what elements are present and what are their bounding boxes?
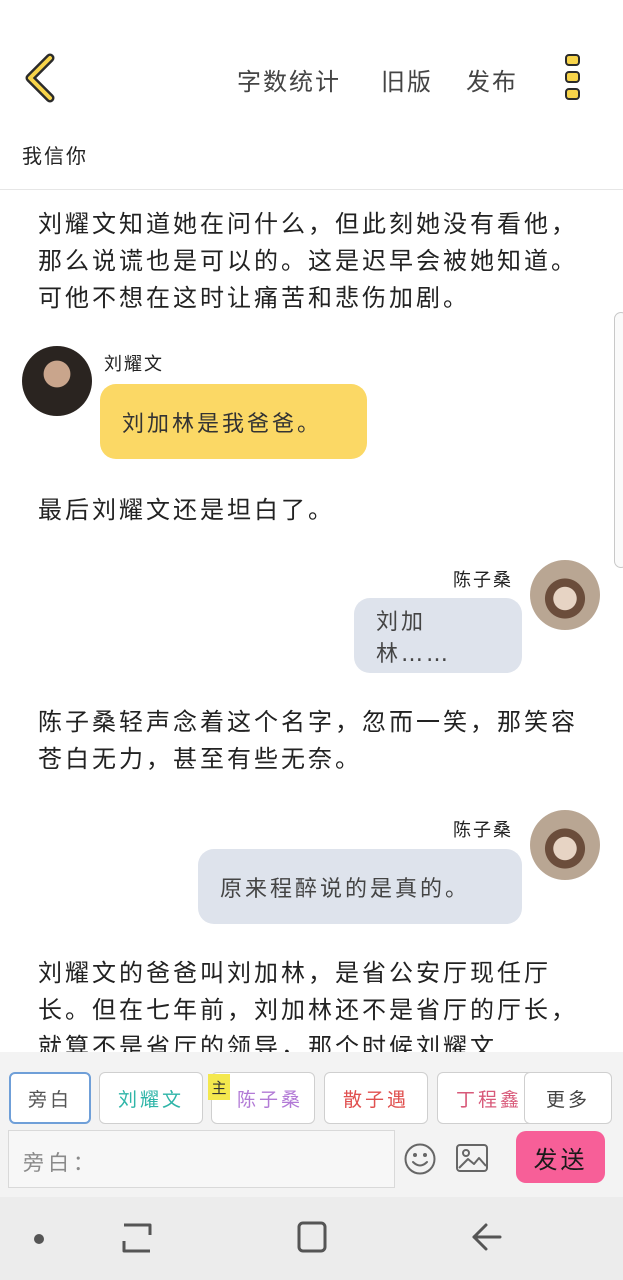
main-role-badge: 主	[208, 1074, 230, 1100]
home-icon[interactable]	[296, 1219, 328, 1259]
old-version-button[interactable]: 旧版	[381, 62, 433, 97]
role-san-ziyu[interactable]: 散子遇	[324, 1072, 428, 1124]
narration-2[interactable]: 最后刘耀文还是坦白了。	[38, 492, 590, 529]
input-panel: 旁白 刘耀文 陈子桑 主 散子遇 丁程鑫 更多 旁白： 发送	[0, 1052, 623, 1197]
system-nav-bar	[0, 1197, 623, 1280]
image-icon[interactable]	[455, 1142, 489, 1178]
input-role-label: 旁白：	[23, 1151, 98, 1175]
back-nav-icon[interactable]	[468, 1219, 504, 1259]
more-roles-button[interactable]: 更多	[524, 1072, 612, 1124]
top-bar: 字数统计 旧版 发布	[0, 0, 623, 132]
dialogue-bubble[interactable]: 刘加林是我爸爸。	[100, 384, 367, 459]
chapter-title[interactable]: 我信你	[22, 140, 88, 169]
narration-4[interactable]: 刘耀文的爸爸叫刘加林，是省公安厅现任厅长。但在七年前，刘加林还不是省厅的厅长，就…	[38, 955, 590, 1052]
more-vertical-icon[interactable]	[560, 52, 586, 106]
dialogue-bubble[interactable]: 刘加林……	[354, 598, 522, 673]
speaker-name: 陈子桑	[453, 570, 513, 591]
word-count-button[interactable]: 字数统计	[237, 62, 341, 97]
top-actions: 字数统计 旧版 发布	[0, 62, 623, 102]
message-input[interactable]: 旁白：	[8, 1130, 395, 1188]
speaker-name: 陈子桑	[453, 820, 513, 841]
send-button[interactable]: 发送	[516, 1131, 605, 1183]
scroll-handle[interactable]	[614, 312, 623, 568]
recent-apps-icon[interactable]	[120, 1219, 154, 1261]
role-label: 散子遇	[342, 1088, 409, 1111]
role-label: 旁白	[27, 1088, 72, 1111]
story-content[interactable]: 刘耀文知道她在问什么，但此刻她没有看他，那么说谎也是可以的。这是迟早会被她知道。…	[0, 190, 623, 1052]
narration-3[interactable]: 陈子桑轻声念着这个名字，忽而一笑，那笑容苍白无力，甚至有些无奈。	[38, 704, 590, 778]
role-label: 丁程鑫	[455, 1088, 522, 1111]
avatar-chen-zisang	[530, 810, 600, 880]
dot-icon[interactable]	[32, 1231, 46, 1250]
role-label: 刘耀文	[117, 1088, 184, 1111]
speaker-name: 刘耀文	[104, 354, 164, 375]
role-label: 陈子桑	[236, 1088, 303, 1111]
smiley-icon[interactable]	[403, 1142, 437, 1180]
role-label: 更多	[545, 1088, 590, 1111]
publish-button[interactable]: 发布	[466, 62, 518, 97]
narration-1[interactable]: 刘耀文知道她在问什么，但此刻她没有看他，那么说谎也是可以的。这是迟早会被她知道。…	[38, 206, 590, 317]
dialogue-bubble[interactable]: 原来程醉说的是真的。	[198, 849, 522, 924]
role-narrator[interactable]: 旁白	[9, 1072, 91, 1124]
avatar-chen-zisang	[530, 560, 600, 630]
avatar-liu-yaowen	[22, 346, 92, 416]
role-liu-yaowen[interactable]: 刘耀文	[99, 1072, 203, 1124]
